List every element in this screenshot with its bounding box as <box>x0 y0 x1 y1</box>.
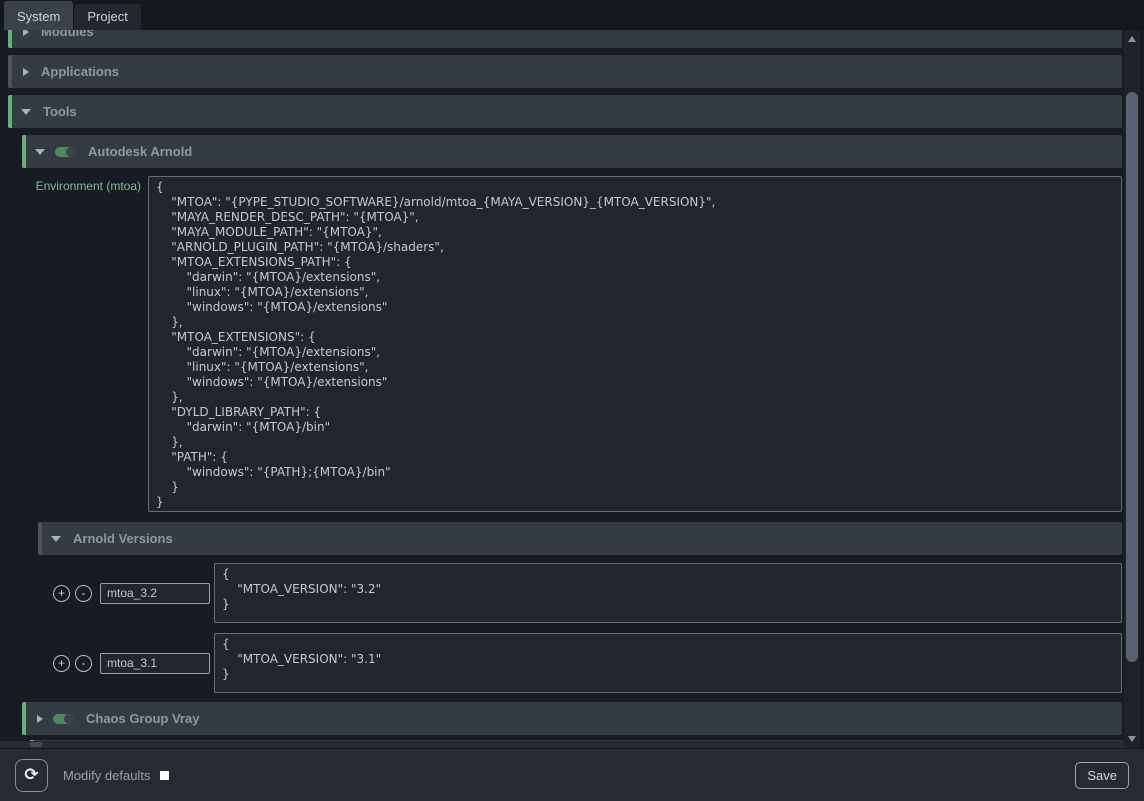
section-title: Autodesk Arnold <box>88 144 192 159</box>
footer-bar: ⟳ Modify defaults Save <box>0 748 1144 801</box>
toggle-knob-icon <box>64 714 74 724</box>
chevron-right-icon <box>23 68 29 76</box>
section-header-applications[interactable]: Applications <box>8 55 1122 88</box>
section-header-modules[interactable]: Modules <box>8 30 1122 48</box>
chevron-down-icon <box>51 536 61 542</box>
section-title: Tools <box>43 104 77 119</box>
save-button[interactable]: Save <box>1075 762 1129 789</box>
settings-scroll-area: Modules Applications Tools Autodesk Arno… <box>0 30 1144 748</box>
scroll-up-icon[interactable] <box>1128 36 1136 42</box>
refresh-icon: ⟳ <box>24 765 38 785</box>
settings-content: Modules Applications Tools Autodesk Arno… <box>0 30 1122 748</box>
arnold-version-row: + - { "MTOA_VERSION": "3.2" } <box>38 563 1122 623</box>
version-name-input[interactable] <box>100 583 210 604</box>
section-title: Arnold Versions <box>73 531 173 546</box>
section-header-chaos-group-vray[interactable]: Chaos Group Vray <box>22 702 1122 735</box>
section-title: Chaos Group Vray <box>86 711 199 726</box>
tab-system[interactable]: System <box>4 1 73 30</box>
settings-tab-bar: System Project <box>0 0 1144 30</box>
toggle-knob-icon <box>66 147 76 157</box>
chevron-down-icon <box>35 149 45 155</box>
remove-version-button[interactable]: - <box>75 655 92 672</box>
version-environment-editor[interactable]: { "MTOA_VERSION": "3.2" } <box>214 563 1122 623</box>
version-environment-editor[interactable]: { "MTOA_VERSION": "3.1" } <box>214 633 1122 693</box>
version-name-input[interactable] <box>100 653 210 674</box>
arnold-environment-editor[interactable]: { "MTOA": "{PYPE_STUDIO_SOFTWARE}/arnold… <box>148 176 1122 512</box>
refresh-button[interactable]: ⟳ <box>15 759 48 792</box>
section-header-tools[interactable]: Tools <box>8 95 1122 128</box>
arnold-enabled-toggle[interactable] <box>55 147 76 157</box>
add-version-button[interactable]: + <box>53 585 70 602</box>
chevron-right-icon <box>37 715 43 723</box>
add-version-button[interactable]: + <box>53 655 70 672</box>
section-header-autodesk-arnold[interactable]: Autodesk Arnold <box>22 135 1122 168</box>
chevron-down-icon <box>21 109 31 115</box>
arnold-environment-row: Environment (mtoa) { "MTOA": "{PYPE_STUD… <box>8 176 1122 512</box>
modify-defaults-checkbox[interactable] <box>160 771 169 780</box>
environment-label: Environment (mtoa) <box>8 176 148 512</box>
vertical-scrollbar[interactable] <box>1124 30 1140 748</box>
horizontal-scrollbar-thumb[interactable] <box>30 742 42 747</box>
vertical-scrollbar-thumb[interactable] <box>1126 92 1138 662</box>
tab-project[interactable]: Project <box>74 4 140 30</box>
scroll-down-icon[interactable] <box>1128 736 1136 742</box>
section-title: Modules <box>41 30 94 39</box>
modify-defaults-label: Modify defaults <box>63 768 150 783</box>
chevron-right-icon <box>23 30 29 36</box>
remove-version-button[interactable]: - <box>75 585 92 602</box>
section-header-arnold-versions[interactable]: Arnold Versions <box>38 522 1122 555</box>
arnold-version-row: + - { "MTOA_VERSION": "3.1" } <box>38 633 1122 693</box>
vray-enabled-toggle[interactable] <box>53 714 74 724</box>
horizontal-scrollbar[interactable] <box>0 741 1124 748</box>
section-title: Applications <box>41 64 119 79</box>
